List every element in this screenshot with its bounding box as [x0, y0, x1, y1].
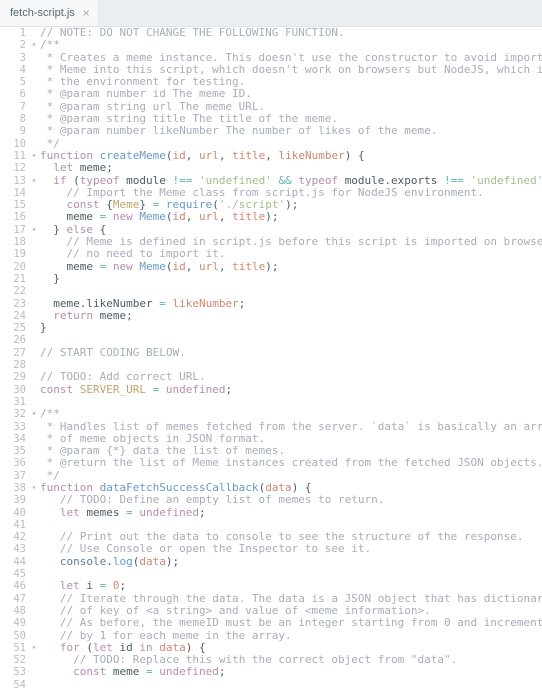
line-number: 51: [0, 642, 30, 654]
code-line[interactable]: 1 // NOTE: DO NOT CHANGE THE FOLLOWING FU…: [0, 27, 542, 39]
line-number: 48: [0, 605, 30, 617]
line-number: 38: [0, 482, 30, 494]
code-content[interactable]: meme = new Meme(id, url, title);: [38, 261, 278, 273]
line-number: 2: [0, 39, 30, 51]
tab-bar: fetch-script.js ×: [0, 0, 542, 27]
line-number: 25: [0, 322, 30, 334]
line-number: 34: [0, 433, 30, 445]
line-number: 20: [0, 261, 30, 273]
line-number: 37: [0, 470, 30, 482]
code-line[interactable]: 36 * @return the list of Meme instances …: [0, 457, 542, 469]
line-number: 39: [0, 494, 30, 506]
code-content[interactable]: const meme = undefined;: [38, 666, 225, 678]
fold-toggle-icon[interactable]: ▾: [30, 175, 38, 187]
line-number: 47: [0, 593, 30, 605]
code-content[interactable]: let memes = undefined;: [38, 507, 206, 519]
code-content[interactable]: const SERVER_URL = undefined;: [38, 384, 232, 396]
line-number: 50: [0, 630, 30, 642]
code-line[interactable]: 53 const meme = undefined;: [0, 666, 542, 678]
line-number: 7: [0, 101, 30, 113]
line-number: 16: [0, 211, 30, 223]
line-number: 31: [0, 396, 30, 408]
line-number: 49: [0, 617, 30, 629]
code-line[interactable]: 21 }: [0, 273, 542, 285]
line-number: 5: [0, 76, 30, 88]
code-line[interactable]: 25}: [0, 322, 542, 334]
code-content[interactable]: // NOTE: DO NOT CHANGE THE FOLLOWING FUN…: [38, 27, 345, 39]
line-number: 18: [0, 236, 30, 248]
line-number: 24: [0, 310, 30, 322]
line-number: 30: [0, 384, 30, 396]
line-number: 46: [0, 580, 30, 592]
tab-filename: fetch-script.js: [10, 7, 75, 19]
line-number: 44: [0, 556, 30, 568]
fold-toggle-icon[interactable]: ▾: [30, 642, 38, 654]
line-number: 53: [0, 666, 30, 678]
line-number: 17: [0, 224, 30, 236]
tab-fetch-script[interactable]: fetch-script.js ×: [0, 0, 99, 26]
code-content[interactable]: * @return the list of Meme instances cre…: [38, 457, 542, 469]
line-number: 10: [0, 138, 30, 150]
code-content[interactable]: return meme;: [38, 310, 133, 322]
fold-toggle-icon[interactable]: ▾: [30, 39, 38, 51]
line-number: 35: [0, 445, 30, 457]
line-number: 6: [0, 88, 30, 100]
line-number: 41: [0, 519, 30, 531]
code-line[interactable]: 24 return meme;: [0, 310, 542, 322]
fold-toggle-icon[interactable]: ▾: [30, 482, 38, 494]
line-number: 12: [0, 162, 30, 174]
line-number: 11: [0, 150, 30, 162]
code-content[interactable]: }: [38, 273, 60, 285]
code-line[interactable]: 27 // START CODING BELOW.: [0, 347, 542, 359]
code-line[interactable]: 20 meme = new Meme(id, url, title);: [0, 261, 542, 273]
line-number: 4: [0, 64, 30, 76]
line-number: 43: [0, 543, 30, 555]
line-number: 13: [0, 175, 30, 187]
line-number: 9: [0, 125, 30, 137]
line-number: 54: [0, 679, 30, 691]
line-number: 52: [0, 654, 30, 666]
line-number: 27: [0, 347, 30, 359]
code-line[interactable]: 40 let memes = undefined;: [0, 507, 542, 519]
line-number: 1: [0, 27, 30, 39]
line-number: 33: [0, 421, 30, 433]
line-number: 40: [0, 507, 30, 519]
code-content[interactable]: console.log(data);: [38, 556, 179, 568]
line-number: 21: [0, 273, 30, 285]
line-number: 26: [0, 334, 30, 346]
close-icon[interactable]: ×: [83, 7, 90, 19]
line-number: 15: [0, 199, 30, 211]
code-content[interactable]: }: [38, 322, 47, 334]
line-number: 32: [0, 408, 30, 420]
code-editor[interactable]: 1 // NOTE: DO NOT CHANGE THE FOLLOWING FU…: [0, 27, 542, 691]
line-number: 29: [0, 371, 30, 383]
code-line[interactable]: 54: [0, 679, 542, 691]
line-number: 8: [0, 113, 30, 125]
line-number: 42: [0, 531, 30, 543]
line-number: 14: [0, 187, 30, 199]
line-number: 36: [0, 457, 30, 469]
line-number: 45: [0, 568, 30, 580]
code-line[interactable]: 9 * @param number likeNumber The number …: [0, 125, 542, 137]
code-content[interactable]: * @param number likeNumber The number of…: [38, 125, 437, 137]
line-number: 3: [0, 52, 30, 64]
line-number: 22: [0, 285, 30, 297]
code-line[interactable]: 30 const SERVER_URL = undefined;: [0, 384, 542, 396]
fold-toggle-icon[interactable]: ▾: [30, 224, 38, 236]
code-line[interactable]: 31: [0, 396, 542, 408]
fold-toggle-icon[interactable]: ▾: [30, 408, 38, 420]
line-number: 19: [0, 248, 30, 260]
code-line[interactable]: 44 console.log(data);: [0, 556, 542, 568]
fold-toggle-icon[interactable]: ▾: [30, 150, 38, 162]
line-number: 23: [0, 298, 30, 310]
code-content[interactable]: // START CODING BELOW.: [38, 347, 186, 359]
line-number: 28: [0, 359, 30, 371]
